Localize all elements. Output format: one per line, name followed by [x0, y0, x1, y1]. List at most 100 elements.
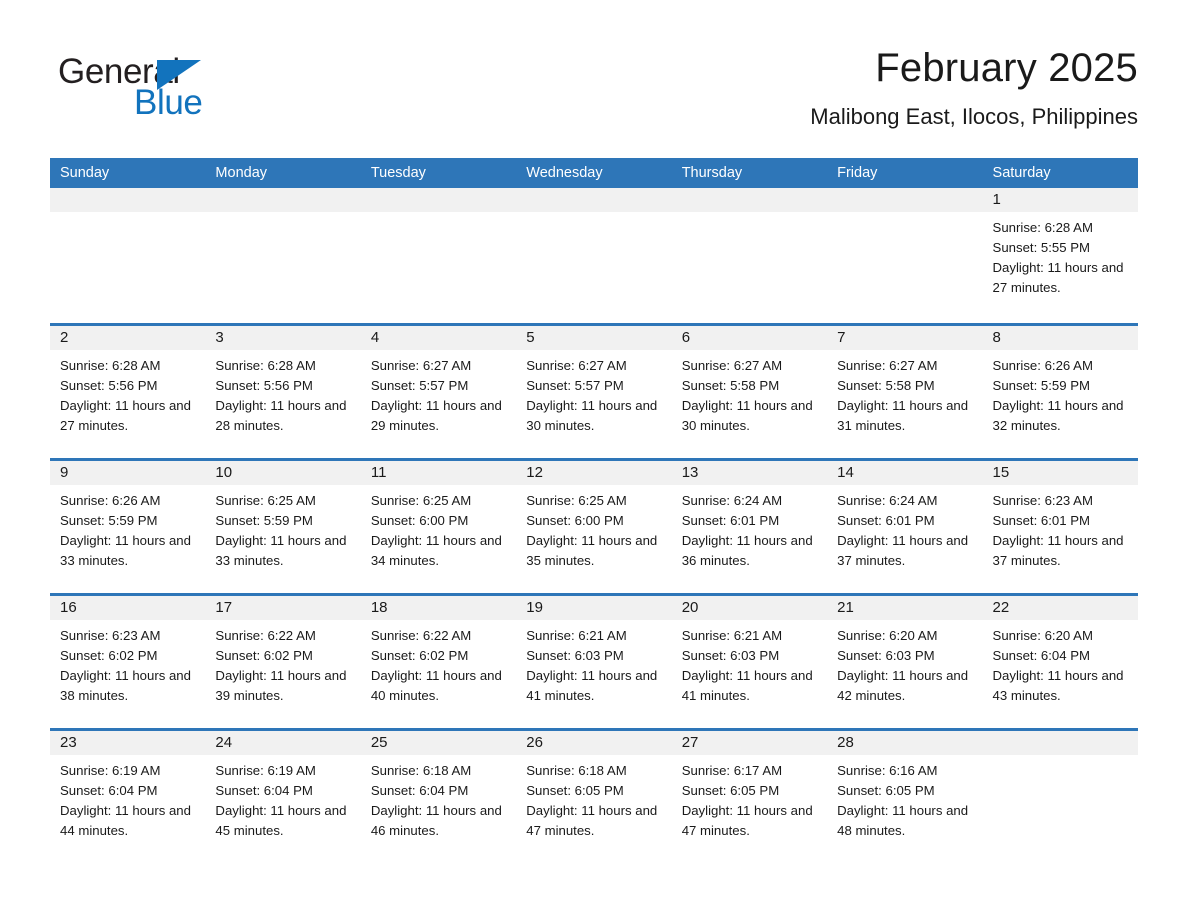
daylight-text: Daylight: 11 hours and 29 minutes. [370, 398, 502, 433]
day-number: 10 [205, 461, 361, 485]
calendar-day-cell[interactable]: 2 Sunrise: 6:28 AM Sunset: 5:56 PM Daylight… [50, 326, 206, 458]
day-details: Sunrise: 6:21 AM Sunset: 6:03 PM Daylight:… [516, 620, 671, 706]
day-details: Sunrise: 6:23 AM Sunset: 6:02 PM Daylight:… [50, 620, 205, 706]
day-number: 15 [982, 461, 1138, 485]
daylight-text: Daylight: 11 hours and 36 minutes. [681, 533, 813, 568]
sunset-text: Sunset: 6:05 PM [681, 783, 780, 798]
calendar-day-cell[interactable]: 18 Sunrise: 6:22 AM Sunset: 6:02 PM Dayligh… [360, 596, 517, 728]
daylight-text: Daylight: 11 hours and 39 minutes. [215, 668, 347, 703]
calendar-day-cell[interactable]: 5 Sunrise: 6:27 AM Sunset: 5:57 PM Daylight… [516, 326, 672, 458]
calendar-day-cell[interactable]: 17 Sunrise: 6:22 AM Sunset: 6:02 PM Dayligh… [205, 596, 361, 728]
sunset-text: Sunset: 5:59 PM [992, 378, 1091, 393]
day-details: Sunrise: 6:19 AM Sunset: 6:04 PM Daylight:… [50, 755, 205, 841]
sunset-text: Sunset: 5:59 PM [215, 513, 313, 528]
sunset-text: Sunset: 6:03 PM [681, 648, 780, 663]
day-number [827, 188, 983, 212]
day-details: Sunrise: 6:27 AM Sunset: 5:57 PM Daylight:… [361, 350, 516, 436]
generalblue-logo[interactable]: General Blue [58, 52, 318, 132]
calendar-day-cell[interactable]: 1 Sunrise: 6:28 AM Sunset: 5:55 PM Daylight… [982, 188, 1138, 323]
sunset-text: Sunset: 6:02 PM [215, 648, 313, 663]
day-number: 4 [360, 326, 517, 350]
sunrise-text: Sunrise: 6:24 AM [681, 493, 783, 508]
calendar-day-cell-empty [516, 188, 672, 323]
daylight-text: Daylight: 11 hours and 46 minutes. [370, 803, 502, 838]
calendar-week-row: 23 Sunrise: 6:19 AM Sunset: 6:04 PM Dayligh… [50, 728, 1138, 863]
daylight-text: Daylight: 11 hours and 44 minutes. [60, 803, 191, 838]
day-details: Sunrise: 6:18 AM Sunset: 6:05 PM Daylight:… [516, 755, 671, 841]
weekday-header-sunday: Sunday [60, 165, 110, 181]
page-title: February 2025 [875, 46, 1138, 90]
calendar-table: Sunday Monday Tuesday Wednesday Thursday… [50, 158, 1138, 863]
calendar-day-cell[interactable]: 16 Sunrise: 6:23 AM Sunset: 6:02 PM Dayligh… [50, 596, 206, 728]
calendar-day-cell[interactable]: 12 Sunrise: 6:25 AM Sunset: 6:00 PM Dayligh… [516, 461, 672, 593]
day-number: 26 [516, 731, 672, 755]
calendar-day-cell[interactable]: 15 Sunrise: 6:23 AM Sunset: 6:01 PM Dayligh… [982, 461, 1138, 593]
sunset-text: Sunset: 6:05 PM [526, 783, 624, 798]
day-details: Sunrise: 6:18 AM Sunset: 6:04 PM Daylight:… [361, 755, 516, 841]
day-number [50, 188, 206, 212]
calendar-day-cell[interactable]: 23 Sunrise: 6:19 AM Sunset: 6:04 PM Dayligh… [50, 731, 206, 863]
calendar-week-row: 9 Sunrise: 6:26 AM Sunset: 5:59 PM Daylight… [50, 458, 1138, 593]
calendar-day-cell[interactable]: 28 Sunrise: 6:16 AM Sunset: 6:05 PM Dayligh… [827, 731, 983, 863]
day-number: 12 [516, 461, 672, 485]
calendar-day-cell[interactable]: 26 Sunrise: 6:18 AM Sunset: 6:05 PM Dayligh… [516, 731, 672, 863]
sunset-text: Sunset: 5:58 PM [837, 378, 935, 393]
calendar-day-cell[interactable]: 6 Sunrise: 6:27 AM Sunset: 5:58 PM Daylight… [671, 326, 828, 458]
day-number: 18 [360, 596, 517, 620]
daylight-text: Daylight: 11 hours and 47 minutes. [526, 803, 658, 838]
calendar-day-cell[interactable]: 27 Sunrise: 6:17 AM Sunset: 6:05 PM Dayligh… [671, 731, 828, 863]
sunset-text: Sunset: 6:04 PM [370, 783, 469, 798]
day-number: 5 [516, 326, 672, 350]
calendar-day-cell[interactable]: 24 Sunrise: 6:19 AM Sunset: 6:04 PM Dayligh… [205, 731, 361, 863]
sunrise-text: Sunrise: 6:27 AM [370, 358, 472, 373]
sunrise-text: Sunrise: 6:25 AM [526, 493, 627, 508]
day-number: 19 [516, 596, 672, 620]
logo-text-blue: Blue [134, 83, 203, 122]
daylight-text: Daylight: 11 hours and 40 minutes. [370, 668, 502, 703]
calendar-day-cell[interactable]: 19 Sunrise: 6:21 AM Sunset: 6:03 PM Dayligh… [516, 596, 672, 728]
sunrise-text: Sunrise: 6:19 AM [215, 763, 316, 778]
calendar-day-cell[interactable]: 7 Sunrise: 6:27 AM Sunset: 5:58 PM Daylight… [827, 326, 983, 458]
sunset-text: Sunset: 5:56 PM [215, 378, 313, 393]
sunset-text: Sunset: 6:00 PM [370, 513, 469, 528]
calendar-day-cell[interactable]: 22 Sunrise: 6:20 AM Sunset: 6:04 PM Dayligh… [982, 596, 1138, 728]
sunrise-text: Sunrise: 6:20 AM [992, 628, 1093, 643]
calendar-day-cell[interactable]: 14 Sunrise: 6:24 AM Sunset: 6:01 PM Dayligh… [827, 461, 983, 593]
daylight-text: Daylight: 11 hours and 37 minutes. [837, 533, 969, 568]
sunset-text: Sunset: 6:02 PM [370, 648, 469, 663]
sunrise-text: Sunrise: 6:23 AM [60, 628, 161, 643]
day-number: 17 [205, 596, 361, 620]
day-number [671, 188, 828, 212]
sunrise-text: Sunrise: 6:21 AM [681, 628, 783, 643]
weekday-header-saturday: Saturday [992, 165, 1051, 181]
day-details: Sunrise: 6:22 AM Sunset: 6:02 PM Daylight:… [361, 620, 516, 706]
daylight-text: Daylight: 11 hours and 27 minutes. [992, 260, 1124, 295]
sunset-text: Sunset: 6:04 PM [992, 648, 1091, 663]
calendar-day-cell[interactable]: 13 Sunrise: 6:24 AM Sunset: 6:01 PM Dayligh… [671, 461, 828, 593]
calendar-day-cell[interactable]: 9 Sunrise: 6:26 AM Sunset: 5:59 PM Daylight… [50, 461, 206, 593]
calendar-day-cell[interactable]: 10 Sunrise: 6:25 AM Sunset: 5:59 PM Dayligh… [205, 461, 361, 593]
daylight-text: Daylight: 11 hours and 38 minutes. [60, 668, 191, 703]
day-details: Sunrise: 6:25 AM Sunset: 6:00 PM Daylight:… [361, 485, 516, 571]
daylight-text: Daylight: 11 hours and 32 minutes. [992, 398, 1124, 433]
calendar-day-cell[interactable]: 21 Sunrise: 6:20 AM Sunset: 6:03 PM Dayligh… [827, 596, 983, 728]
page-header: General Blue February 2025 Malibong East… [50, 44, 1138, 144]
daylight-text: Daylight: 11 hours and 42 minutes. [837, 668, 969, 703]
sunrise-text: Sunrise: 6:24 AM [837, 493, 938, 508]
day-details: Sunrise: 6:16 AM Sunset: 6:05 PM Daylight:… [827, 755, 982, 841]
daylight-text: Daylight: 11 hours and 30 minutes. [681, 398, 813, 433]
day-details: Sunrise: 6:28 AM Sunset: 5:56 PM Daylight:… [50, 350, 205, 436]
day-number: 3 [205, 326, 361, 350]
sunset-text: Sunset: 5:57 PM [526, 378, 624, 393]
day-number: 1 [982, 188, 1138, 212]
calendar-day-cell[interactable]: 25 Sunrise: 6:18 AM Sunset: 6:04 PM Dayligh… [360, 731, 517, 863]
daylight-text: Daylight: 11 hours and 41 minutes. [526, 668, 658, 703]
calendar-day-cell[interactable]: 11 Sunrise: 6:25 AM Sunset: 6:00 PM Dayligh… [360, 461, 517, 593]
weekday-header-row: Sunday Monday Tuesday Wednesday Thursday… [50, 158, 1138, 188]
calendar-day-cell[interactable]: 20 Sunrise: 6:21 AM Sunset: 6:03 PM Dayligh… [671, 596, 828, 728]
sunrise-text: Sunrise: 6:16 AM [837, 763, 938, 778]
calendar-day-cell[interactable]: 4 Sunrise: 6:27 AM Sunset: 5:57 PM Daylight… [360, 326, 517, 458]
calendar-day-cell[interactable]: 3 Sunrise: 6:28 AM Sunset: 5:56 PM Daylight… [205, 326, 361, 458]
sunset-text: Sunset: 6:03 PM [837, 648, 935, 663]
calendar-day-cell[interactable]: 8 Sunrise: 6:26 AM Sunset: 5:59 PM Daylight… [982, 326, 1138, 458]
